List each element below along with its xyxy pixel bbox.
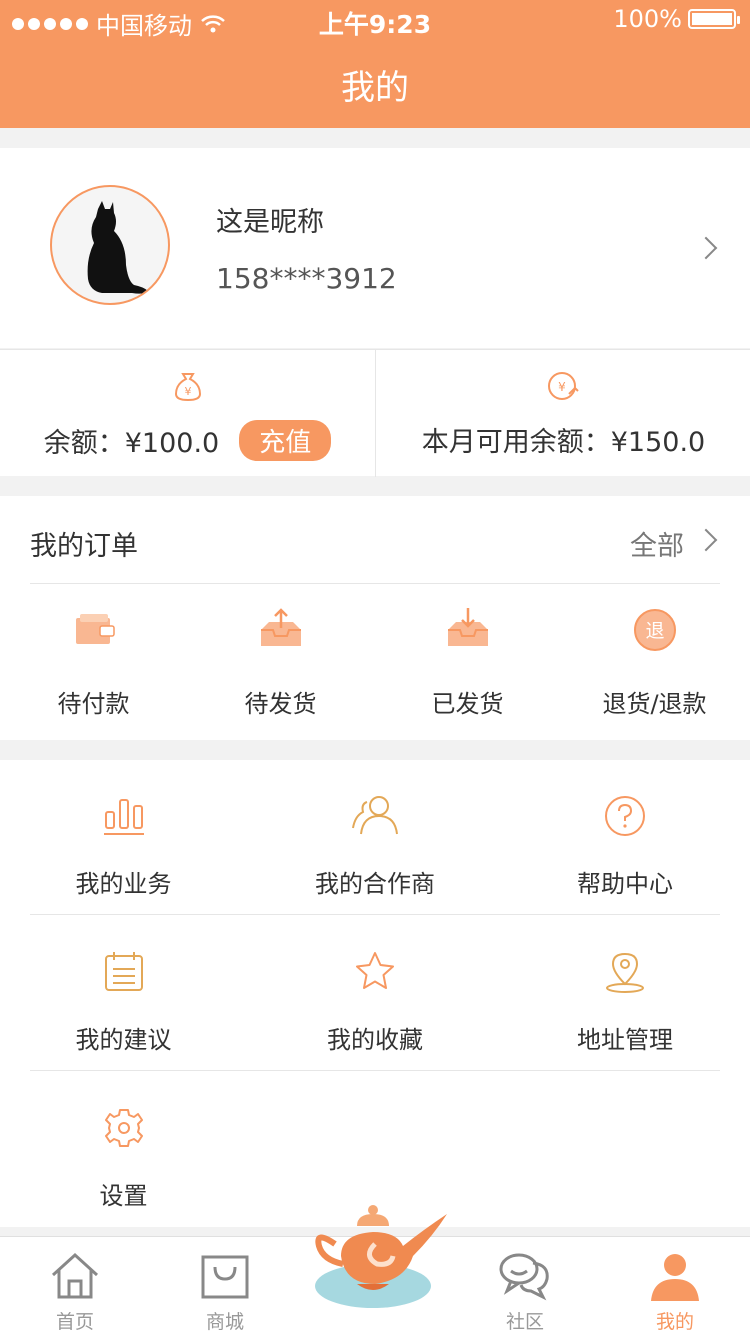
phone-number: 158****3912 <box>216 262 397 295</box>
header-bar: 中国移动 上午9:23 100% 我的 <box>0 0 750 128</box>
magic-lamp-icon[interactable] <box>305 1200 455 1318</box>
order-label: 已发货 <box>431 690 504 718</box>
tab-label: 商城 <box>205 1311 244 1333</box>
tab-community[interactable]: 社区 <box>450 1237 600 1334</box>
menu-row: 我的建议 我的收藏 地址管理 <box>30 916 720 1071</box>
tab-label: 我的 <box>655 1311 694 1333</box>
tab-me[interactable]: 我的 <box>600 1237 750 1334</box>
orders-header[interactable]: 我的订单 全部 <box>30 496 720 584</box>
menu-label: 我的建议 <box>75 1026 172 1054</box>
profile-card[interactable]: 这是昵称 158****3912 <box>0 148 750 348</box>
order-refund[interactable]: 退 退货/退款 <box>561 606 748 719</box>
menu-label: 我的收藏 <box>327 1026 423 1054</box>
menu-label: 设置 <box>99 1182 148 1210</box>
partners-icon <box>352 796 398 835</box>
order-pending-shipment[interactable]: 待发货 <box>187 606 374 719</box>
menu-favorites[interactable]: 我的收藏 <box>247 916 503 1071</box>
order-label: 待付款 <box>57 690 130 718</box>
refund-icon: 退 <box>633 609 676 651</box>
status-bar: 中国移动 上午9:23 100% <box>0 0 750 40</box>
tab-home[interactable]: 首页 <box>0 1237 150 1334</box>
money-bag-icon: ¥ <box>174 373 201 402</box>
menu-partners[interactable]: 我的合作商 <box>247 760 503 915</box>
tab-label: 社区 <box>505 1311 544 1333</box>
cat-silhouette-icon <box>87 201 148 294</box>
home-icon <box>51 1252 99 1299</box>
order-pending-payment[interactable]: 待付款 <box>0 606 187 719</box>
monthly-balance-column: ¥ 本月可用余额：¥150.0 <box>375 350 750 477</box>
balance-section: ¥ 余额：¥100.0 充值 ¥ 本月可用余额：¥150.0 <box>0 349 750 477</box>
box-upload-icon <box>260 608 301 646</box>
balance-column: ¥ 余额：¥100.0 充值 <box>0 350 375 477</box>
balance-label: 余额：¥100.0 <box>43 428 220 459</box>
menu-label: 我的业务 <box>75 870 172 898</box>
tab-label: 首页 <box>55 1311 94 1333</box>
order-shipped[interactable]: 已发货 <box>374 606 561 719</box>
page-title: 我的 <box>341 68 409 108</box>
menu-label: 我的合作商 <box>315 870 435 898</box>
recharge-button[interactable]: 充值 <box>239 420 332 461</box>
nickname: 这是昵称 <box>216 207 324 238</box>
monthly-balance-label: 本月可用余额：¥150.0 <box>421 427 706 458</box>
menu-suggestions[interactable]: 我的建议 <box>30 916 217 1071</box>
menu-my-business[interactable]: 我的业务 <box>30 760 217 915</box>
monthly-coin-icon: ¥ <box>548 372 579 400</box>
menu-address[interactable]: 地址管理 <box>530 916 720 1071</box>
help-icon <box>605 796 645 836</box>
menu-label: 地址管理 <box>577 1026 673 1054</box>
menu-help-center[interactable]: 帮助中心 <box>530 760 720 915</box>
notepad-icon <box>104 952 143 991</box>
avatar[interactable] <box>50 185 170 305</box>
orders-section: 我的订单 全部 待付款 待发货 已发货 退 退货/退款 <box>0 496 750 740</box>
svg-text:¥: ¥ <box>558 380 566 394</box>
orders-all-link[interactable]: 全部 <box>630 524 684 563</box>
menu-label: 帮助中心 <box>577 870 673 898</box>
battery-icon <box>688 9 740 29</box>
tab-shop[interactable]: 商城 <box>150 1237 300 1334</box>
order-label: 退货/退款 <box>602 690 707 718</box>
menu-row: 我的业务 我的合作商 帮助中心 <box>30 760 720 915</box>
battery-status: 100% <box>613 5 740 33</box>
gear-icon <box>104 1109 143 1147</box>
chat-bubbles-icon <box>499 1253 549 1301</box>
chevron-right-icon[interactable] <box>694 528 718 552</box>
svg-text:¥: ¥ <box>184 385 191 398</box>
refund-glyph: 退 <box>645 620 664 642</box>
wallet-icon <box>75 614 115 644</box>
chevron-right-icon[interactable] <box>694 236 718 260</box>
star-icon <box>356 952 394 989</box>
location-pin-icon <box>606 952 644 993</box>
user-icon <box>651 1254 699 1301</box>
box-download-icon <box>447 608 488 646</box>
menu-settings[interactable]: 设置 <box>30 1072 217 1227</box>
feature-menu: 我的业务 我的合作商 帮助中心 我的建议 我的收藏 地址管理 设置 <box>0 760 750 1227</box>
orders-title: 我的订单 <box>30 531 138 562</box>
shopping-bag-icon <box>201 1255 249 1299</box>
bar-chart-icon <box>103 799 144 835</box>
order-label: 待发货 <box>244 690 317 718</box>
battery-label: 100% <box>613 5 682 33</box>
